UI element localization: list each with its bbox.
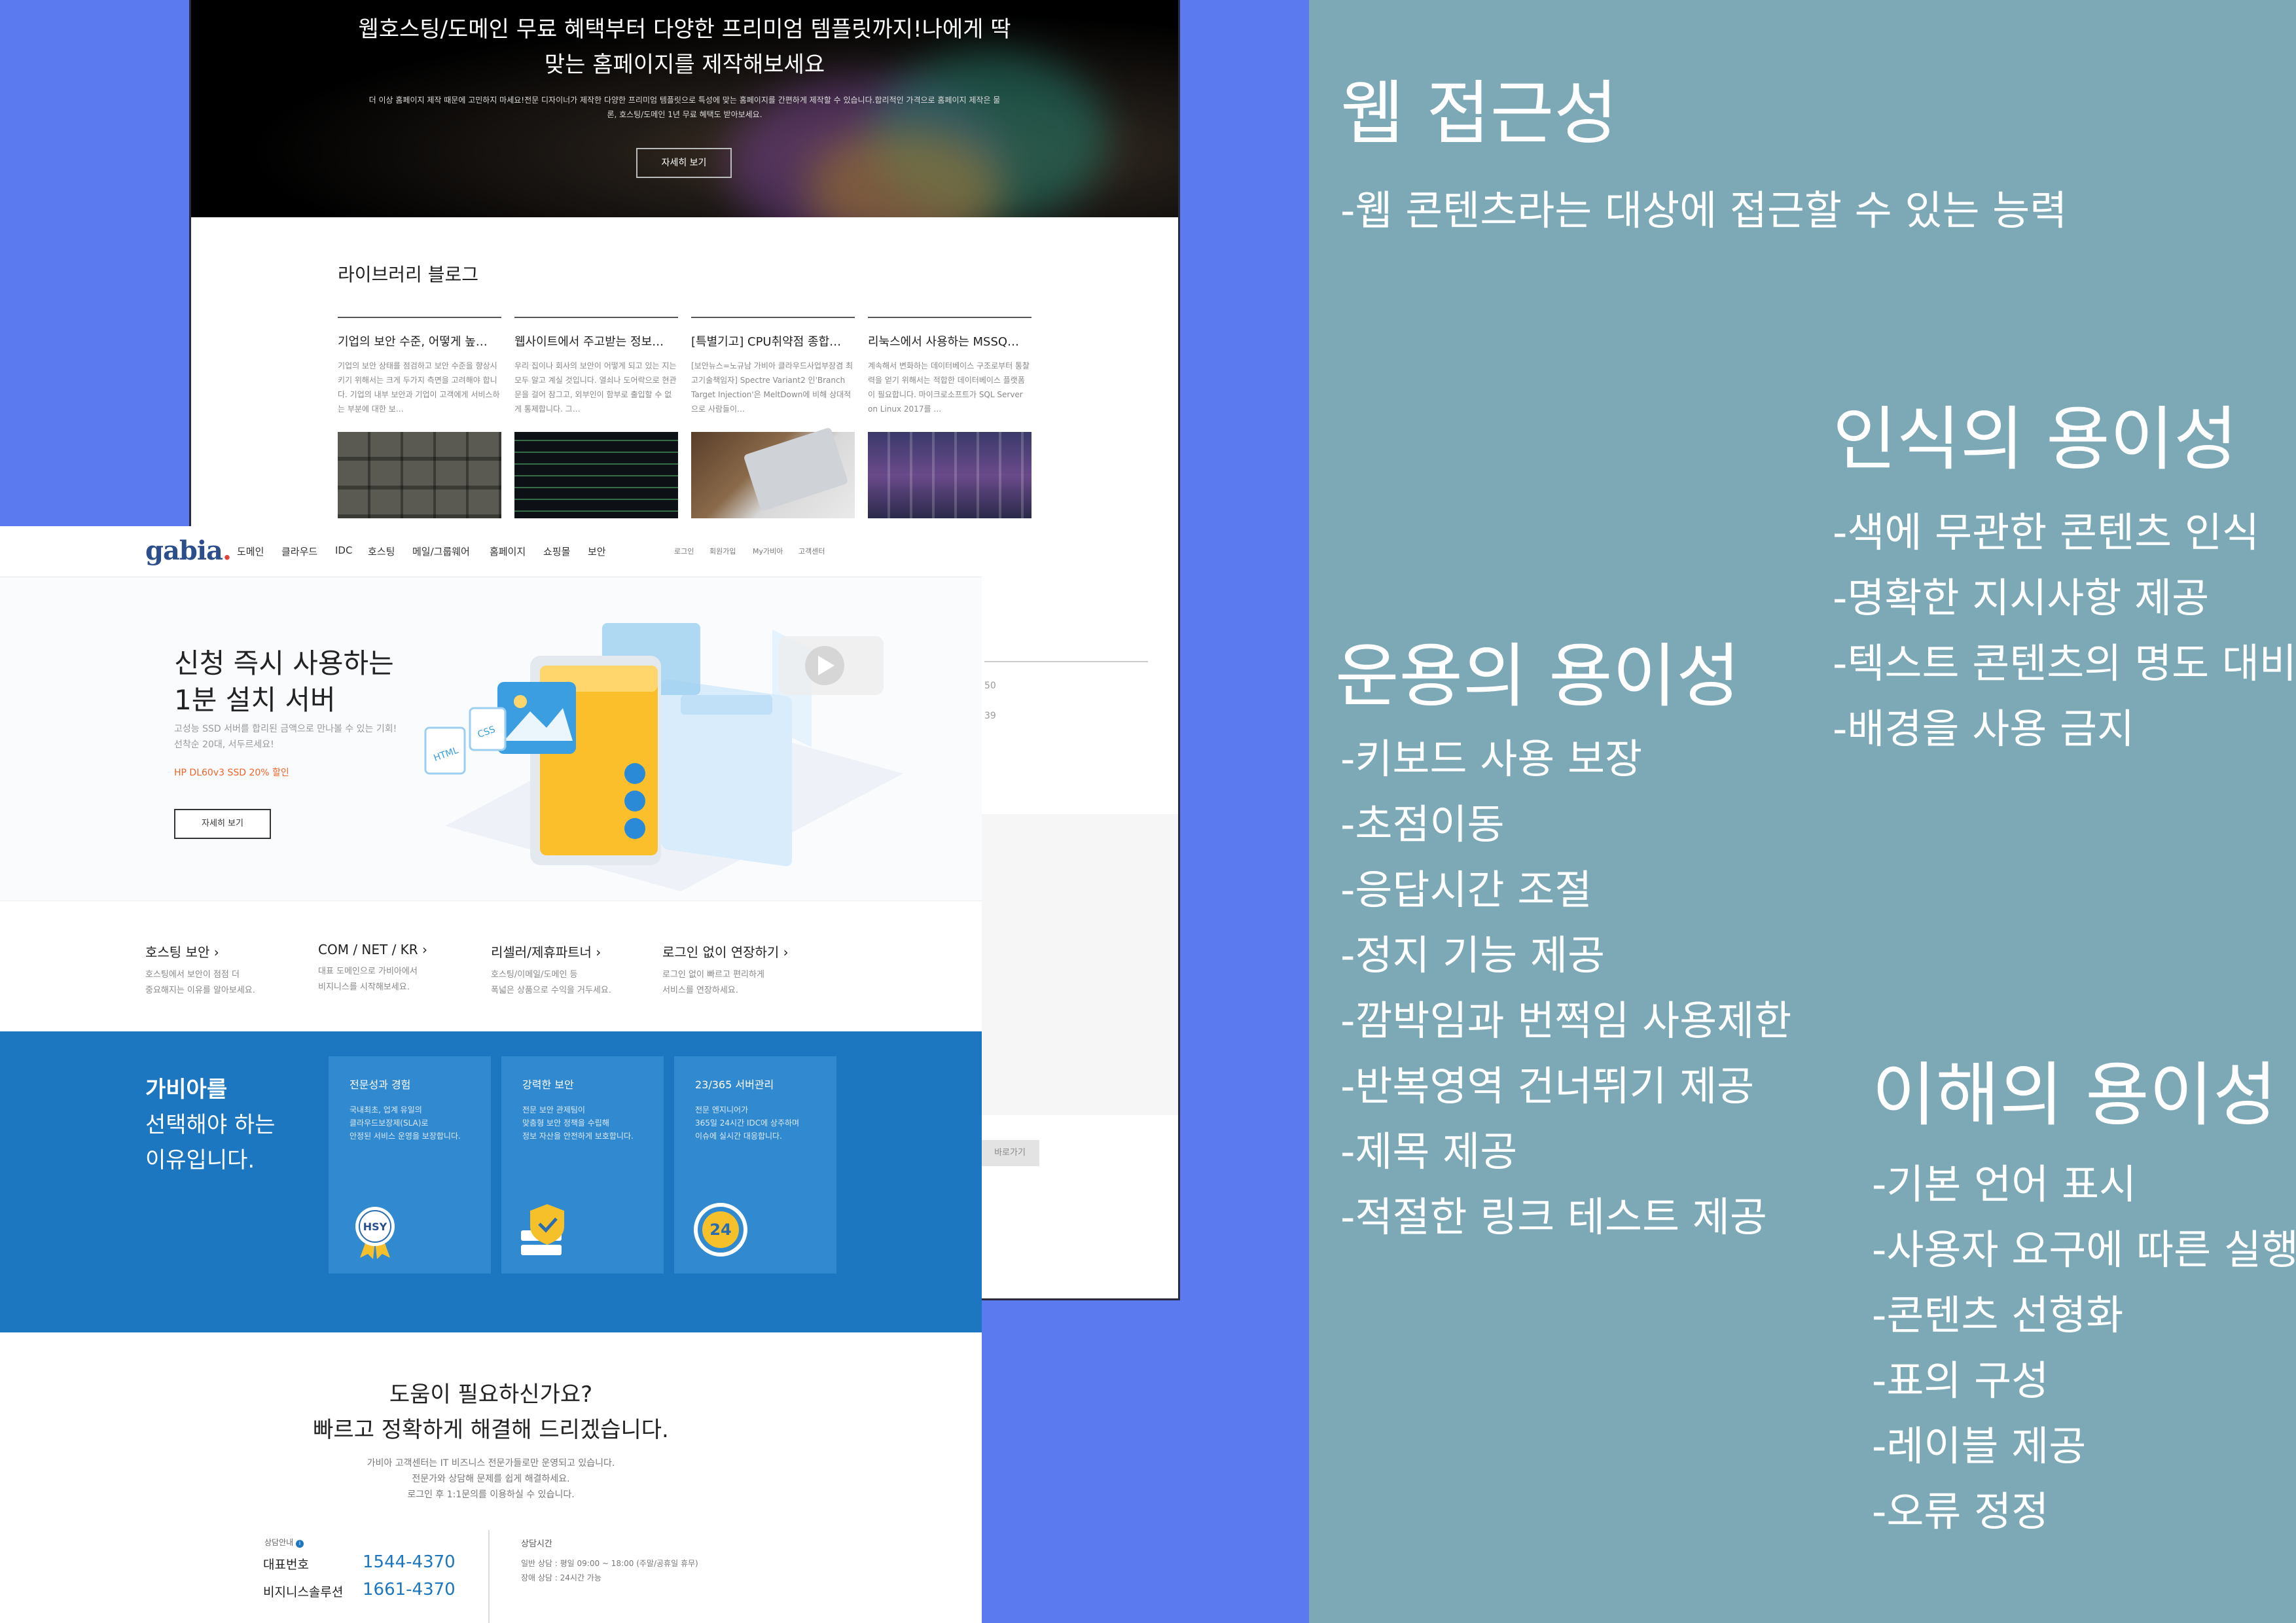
banner-description: 고성능 SSD 서버를 합리된 금액으로 만나볼 수 있는 기회! 선착순 20… [174, 724, 397, 750]
nav-shoppingmall[interactable]: 쇼핑몰 [543, 544, 570, 558]
quick-link-hosting-security[interactable]: 호스팅 보안 › 호스팅에서 보안이 점점 더 중요해지는 이유를 알아보세요. [145, 942, 315, 999]
signup-link[interactable]: 회원가입 [709, 546, 736, 556]
blog-card-summary: 우리 집이나 회사의 보안이 어떻게 되고 있는 지는 모두 알고 계실 것입니… [514, 361, 677, 414]
blog-card-summary: 기업의 보안 상태를 점검하고 보안 수준을 향상시키기 위해서는 크게 두가지… [338, 361, 500, 414]
template-hero-banner: 웹호스팅/도메인 무료 혜택부터 다양한 프리미엄 템플릿까지!나에게 딱 맞는… [191, 0, 1178, 217]
help-description: 가비아 고객센터는 IT 비즈니스 전문가들로만 운영되고 있습니다. 전문가와… [367, 1458, 615, 1500]
why-gabia-section: 가비아를 선택해야 하는 이유입니다. 전문성과 경험 국내최초, 업계 유일의… [0, 1031, 982, 1332]
gabia-page-screenshot: gabia. 도메인 클라우드 IDC 호스팅 메일/그룹웨어 홈페이지 쇼핑몰… [0, 526, 982, 1623]
why-title: 가비아를 선택해야 하는 이유입니다. [145, 1077, 276, 1173]
why-card-security: 강력한 보안 전문 보안 관제팀이 맞춤형 보안 정책을 수립해 정보 자산을 안전… [501, 1056, 664, 1274]
help-title: 도움이 필요하신가요? 빠르고 정확하게 해결해 드리겠습니다. [313, 1382, 669, 1443]
help-divider [488, 1530, 490, 1623]
contact-label: 상담안내 i [264, 1537, 304, 1548]
understandable-item: -레이블 제공 [1872, 1422, 2087, 1470]
hours-label: 상담시간 [521, 1539, 552, 1549]
blog-card[interactable]: 리눅스에서 사용하는 MSSQ… 계속해서 변화하는 데이터베이스 구조로부터 … [868, 317, 1031, 518]
nav-domain[interactable]: 도메인 [237, 544, 264, 558]
24-badge-label: 24 [709, 1221, 731, 1239]
understandable-item: -콘텐츠 선형화 [1872, 1291, 2124, 1339]
operable-item: -정지 기능 제공 [1340, 931, 1605, 979]
file-cabinet-image[interactable] [338, 432, 501, 518]
accessibility-panel: 웹 접근성 -웹 콘텐츠라는 대상에 접근할 수 있는 능력 인식의 용이성 -… [1309, 0, 2296, 1623]
blog-card-title[interactable]: 리눅스에서 사용하는 MSSQ… [868, 332, 1031, 349]
side-count: 39 [984, 711, 996, 721]
phone-label: 비지니스솔루션 [263, 1585, 344, 1599]
phone-number[interactable]: 1661-4370 [363, 1580, 456, 1599]
blog-card-title[interactable]: [특별기고] CPU취약점 종합… [691, 332, 855, 349]
hsy-badge-label: HSY [363, 1221, 387, 1233]
phone-label: 대표번호 [263, 1558, 309, 1572]
blog-card[interactable]: 기업의 보안 수준, 어떻게 높… 기업의 보안 상태를 점검하고 보안 수준을… [338, 317, 501, 518]
my-gabia-link[interactable]: My가비아 [753, 546, 783, 556]
login-link[interactable]: 로그인 [674, 546, 694, 556]
shield-icon [521, 1204, 564, 1255]
main-banner: 신청 즉시 사용하는 1분 설치 서버 고성능 SSD 서버를 합리된 금액으로… [0, 577, 982, 901]
understandable-item: -오류 정정 [1872, 1488, 2049, 1535]
quick-link-domain[interactable]: COM / NET / KR › 대표 도메인으로 가비아에서 비지니스를 시작해… [318, 942, 488, 995]
perceivable-item: -텍스트 콘텐츠의 명도 대비 [1833, 639, 2296, 687]
side-count: 50 [984, 681, 996, 691]
server-illustration: HTML CSS [424, 623, 903, 891]
hero-description: 더 이상 홈페이지 제작 때문에 고민하지 마세요!전문 디자이너가 제작한 다… [368, 96, 1001, 119]
nav-homepage[interactable]: 홈페이지 [490, 544, 526, 558]
blog-card-title[interactable]: 웹사이트에서 주고받는 정보… [514, 332, 678, 349]
nav-hosting[interactable]: 호스팅 [368, 544, 395, 558]
operable-title: 운용의 용이성 [1335, 636, 1740, 717]
perceivable-title: 인식의 용이성 [1833, 399, 2238, 480]
understandable-title: 이해의 용이성 [1872, 1055, 2277, 1135]
laptop-desk-image[interactable] [691, 427, 855, 518]
operable-item: -초점이동 [1340, 800, 1505, 848]
quick-link-renew[interactable]: 로그인 없이 연장하기 › 로그인 없이 빠르고 편리하게 서비스를 연장하세요. [662, 942, 833, 999]
blog-card[interactable]: 웹사이트에서 주고받는 정보… 우리 집이나 회사의 보안이 어떻게 되고 있는… [514, 317, 678, 518]
operable-item: -깜박임과 번쩍임 사용제한 [1340, 997, 1792, 1044]
gray-section [977, 814, 1178, 1115]
nav-idc[interactable]: IDC [335, 544, 352, 556]
help-section: 도움이 필요하신가요? 빠르고 정확하게 해결해 드리겠습니다. 가비아 고객센… [0, 1332, 982, 1623]
phone-number[interactable]: 1544-4370 [363, 1552, 456, 1572]
operable-item: -제목 제공 [1340, 1128, 1518, 1175]
blog-card-summary: 계속해서 변화하는 데이터베이스 구조로부터 통찰력을 얻기 위해서는 적합한 … [868, 361, 1030, 414]
global-navigation: gabia. 도메인 클라우드 IDC 호스팅 메일/그룹웨어 홈페이지 쇼핑몰… [0, 526, 982, 577]
web-accessibility-item: -웹 콘텐츠라는 대상에 접근할 수 있는 능력 [1340, 187, 2068, 234]
server-rack-image[interactable] [868, 432, 1031, 518]
code-screen-image[interactable] [514, 432, 678, 518]
understandable-item: -표의 구성 [1872, 1357, 2049, 1404]
banner-promo-text[interactable]: HP DL60v3 SSD 20% 할인 [174, 766, 289, 779]
perceivable-item: -배경을 사용 금지 [1833, 705, 2135, 753]
blog-card-summary: [보안뉴스=노규남 가비아 클라우드사업부장겸 최고기술책임자] Spectre… [691, 361, 853, 414]
customer-center-link[interactable]: 고객센터 [798, 546, 825, 556]
hero-title: 웹호스팅/도메인 무료 혜택부터 다양한 프리미엄 템플릿까지!나에게 딱 맞는… [358, 16, 1011, 78]
understandable-item: -사용자 요구에 따른 실행 [1872, 1226, 2296, 1274]
shortcut-button[interactable]: 바로가기 [980, 1140, 1039, 1166]
operable-item: -키보드 사용 보장 [1340, 735, 1643, 783]
blog-card[interactable]: [특별기고] CPU취약점 종합… [보안뉴스=노규남 가비아 클라우드사업부장… [691, 317, 855, 518]
nav-security[interactable]: 보안 [588, 544, 606, 558]
banner-detail-button[interactable]: 자세히 보기 [174, 809, 271, 839]
info-icon[interactable]: i [296, 1540, 304, 1548]
web-accessibility-title: 웹 접근성 [1340, 73, 1618, 154]
gabia-logo[interactable]: gabia. [145, 535, 232, 566]
nav-cloud[interactable]: 클라우드 [281, 544, 317, 558]
hero-detail-button[interactable]: 자세히 보기 [636, 148, 732, 178]
perceivable-item: -명확한 지시사항 제공 [1833, 574, 2210, 622]
operable-item: -응답시간 조절 [1340, 866, 1592, 914]
why-card-24-365: 23/365 서버관리 전문 엔지니어가 365일 24시간 IDC에 상주하며 이… [674, 1056, 836, 1274]
award-badge-icon: HSY [355, 1207, 395, 1259]
blog-card-title[interactable]: 기업의 보안 수준, 어떻게 높… [338, 332, 501, 349]
why-card-expertise: 전문성과 경험 국내최초, 업계 유일의 클라우드보장제(SLA)로 안정된 서비스… [329, 1056, 491, 1274]
nav-mail-groupware[interactable]: 메일/그룹웨어 [412, 544, 470, 558]
operable-item: -반복영역 건너뛰기 제공 [1340, 1062, 1755, 1110]
quick-link-reseller[interactable]: 리셀러/제휴파트너 › 호스팅/이메일/도메인 등 폭넓은 상품으로 수익을 거두… [491, 942, 661, 999]
operable-item: -적절한 링크 테스트 제공 [1340, 1193, 1767, 1241]
blog-heading: 라이브러리 블로그 [338, 264, 478, 285]
understandable-item: -기본 언어 표시 [1872, 1160, 2137, 1208]
perceivable-item: -색에 무관한 콘텐츠 인식 [1833, 508, 2259, 556]
clock-24-icon: 24 [694, 1203, 747, 1257]
side-divider [984, 661, 1148, 662]
hours-text: 일반 상담 : 평일 09:00 ~ 18:00 (주말/공휴일 휴무) 장애 … [521, 1559, 698, 1582]
banner-title: 신청 즉시 사용하는 1분 설치 서버 [174, 647, 394, 716]
quick-links: 호스팅 보안 › 호스팅에서 보안이 점점 더 중요해지는 이유를 알아보세요. … [0, 901, 982, 1031]
